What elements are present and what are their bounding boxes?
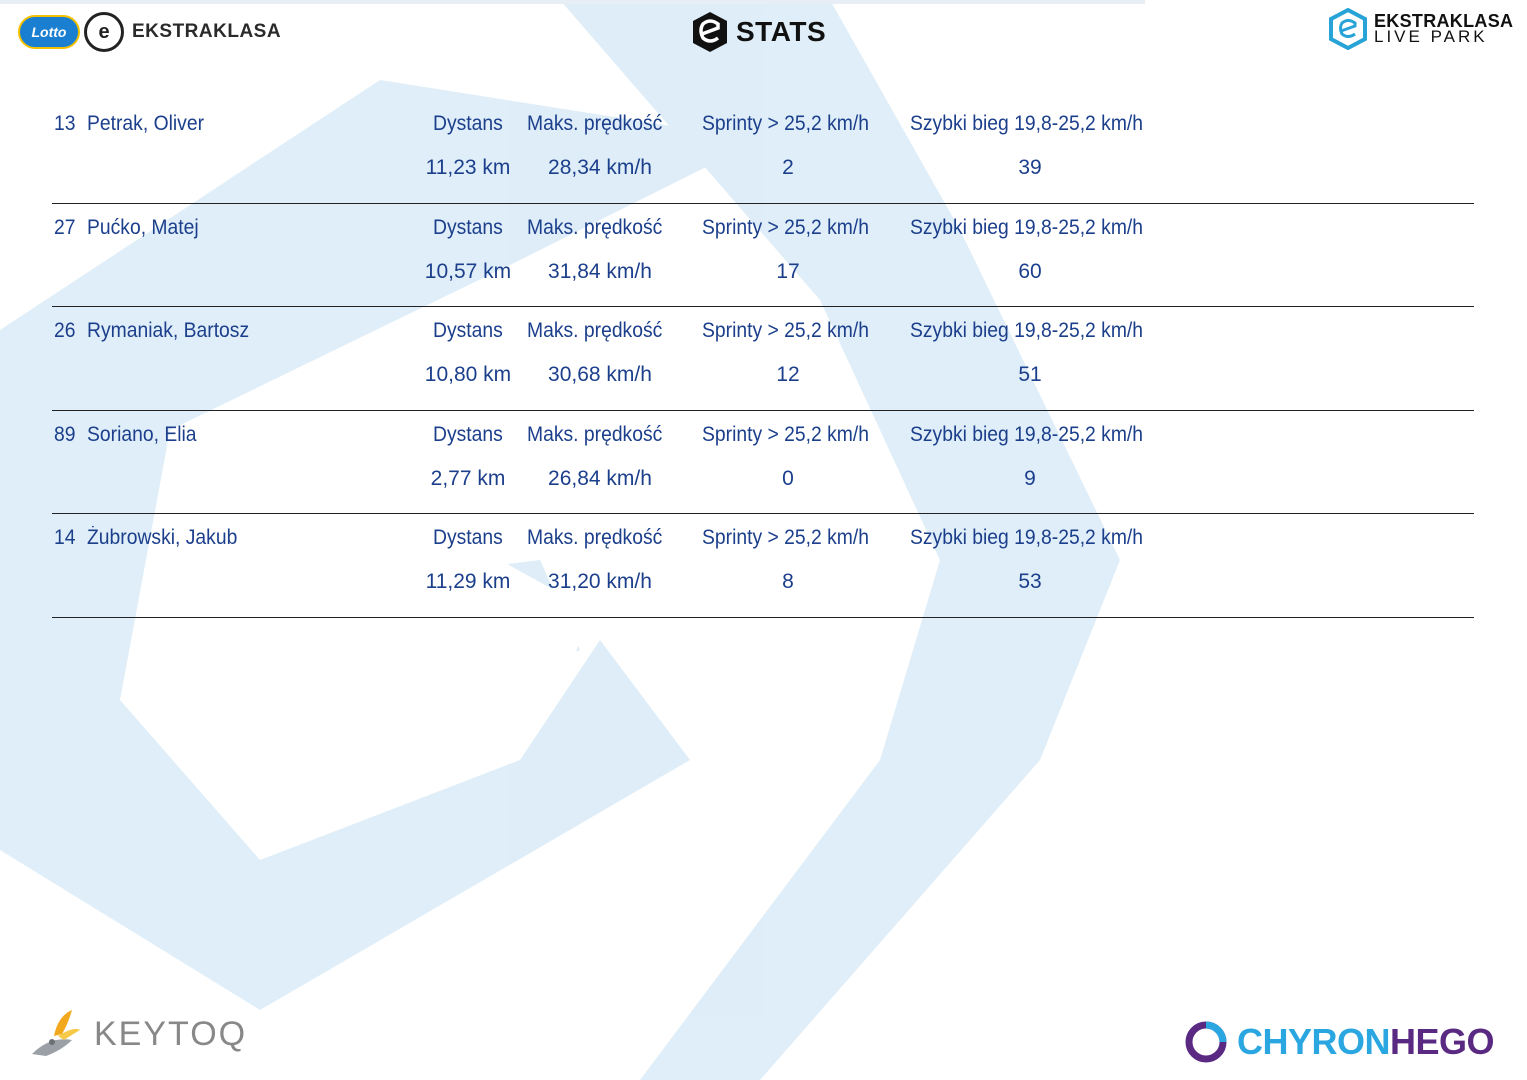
player-name: Soriano, Elia [87,422,197,446]
hego-text: HEGO [1390,1021,1495,1062]
keytoq-logo: KEYTOQ [28,1004,247,1064]
distance-value: 10,80 km [424,363,512,386]
sprints-label: Sprinty > 25,2 km/h [702,319,869,342]
sprints-value: 8 [782,570,794,593]
fast-run-value: 53 [1018,570,1042,593]
distance-value: 11,23 km [425,156,511,179]
sprints-value: 2 [782,156,794,179]
sprints-value: 12 [776,363,800,386]
ekstraklasa-live-park-logo: EKSTRAKLASA LIVE PARK [1328,6,1513,52]
fast-run-label: Szybki bieg 19,8-25,2 km/h [910,215,1144,239]
player-name: Rymaniak, Bartosz [87,319,250,342]
sprints-label: Sprinty > 25,2 km/h [702,215,869,239]
live-park-subtitle: LIVE PARK [1374,27,1488,46]
max-speed-value: 26,84 km/h [548,466,652,490]
player-row: 13 Petrak, Oliver Dystans Maks. prędkość… [52,100,1474,204]
distance-value: 2,77 km [430,466,506,490]
sprints-value: 17 [776,259,800,283]
keytoq-wordmark: KEYTOQ [94,1014,248,1053]
player-row: 26 Rymaniak, Bartosz Dystans Maks. prędk… [52,307,1474,411]
distance-value: 11,29 km [425,570,511,593]
distance-label: Dystans [433,422,503,446]
e-hexagon-icon [693,12,727,52]
lotto-badge: Lotto [18,15,80,49]
chyronhego-ring-icon [1185,1021,1227,1063]
player-name: Pućko, Matej [87,215,199,239]
sprints-label: Sprinty > 25,2 km/h [702,112,869,135]
header: Lotto e EKSTRAKLASA STATS EKSTRAKLASA LI… [0,0,1527,64]
sprints-label: Sprinty > 25,2 km/h [702,422,869,446]
max-speed-label: Maks. prędkość [527,526,663,549]
player-number: 27 [54,215,76,239]
e-hexagon-blue-icon [1329,8,1367,50]
max-speed-label: Maks. prędkość [527,215,663,239]
fast-run-label: Szybki bieg 19,8-25,2 km/h [910,422,1144,446]
fast-run-value: 39 [1018,156,1042,179]
fast-run-label: Szybki bieg 19,8-25,2 km/h [910,319,1144,342]
player-name: Petrak, Oliver [87,112,205,135]
ekstraklasa-ball-icon: e [84,12,124,52]
max-speed-value: 31,84 km/h [548,259,652,283]
fast-run-label: Szybki bieg 19,8-25,2 km/h [910,112,1144,135]
estats-logo: STATS [690,8,826,56]
player-number: 89 [54,422,76,446]
player-stats-list: 13 Petrak, Oliver Dystans Maks. prędkość… [52,100,1474,618]
player-row: 89 Soriano, Elia Dystans Maks. prędkość … [52,411,1474,514]
stats-wordmark: STATS [736,16,827,47]
chyronhego-wordmark: CHYRONHEGO [1237,1021,1495,1063]
distance-label: Dystans [433,526,503,549]
sprints-value: 0 [782,466,794,490]
sprints-label: Sprinty > 25,2 km/h [702,526,869,549]
fast-run-value: 9 [1024,466,1036,490]
lotto-ekstraklasa-logo: Lotto e EKSTRAKLASA [18,10,281,54]
player-name: Żubrowski, Jakub [87,526,238,549]
player-row: 14 Żubrowski, Jakub Dystans Maks. prędko… [52,514,1474,618]
max-speed-value: 28,34 km/h [548,156,652,179]
distance-label: Dystans [433,319,503,342]
ekstraklasa-wordmark: EKSTRAKLASA [132,21,282,42]
distance-label: Dystans [433,112,503,135]
player-number: 26 [54,319,76,342]
fast-run-value: 51 [1018,363,1042,386]
chyron-text: CHYRON [1237,1021,1391,1062]
player-row: 27 Pućko, Matej Dystans Maks. prędkość S… [52,204,1474,307]
max-speed-label: Maks. prędkość [527,422,663,446]
distance-value: 10,57 km [424,259,512,283]
player-number: 13 [54,112,76,135]
player-number: 14 [54,526,76,549]
max-speed-label: Maks. prędkość [527,112,663,135]
max-speed-value: 31,20 km/h [548,570,652,593]
keytoq-bird-icon [32,1010,80,1056]
distance-label: Dystans [433,215,503,239]
max-speed-label: Maks. prędkość [527,319,663,342]
fast-run-label: Szybki bieg 19,8-25,2 km/h [910,526,1144,549]
chyronhego-logo: CHYRONHEGO [1183,1014,1495,1070]
fast-run-value: 60 [1018,259,1042,283]
max-speed-value: 30,68 km/h [548,363,652,386]
